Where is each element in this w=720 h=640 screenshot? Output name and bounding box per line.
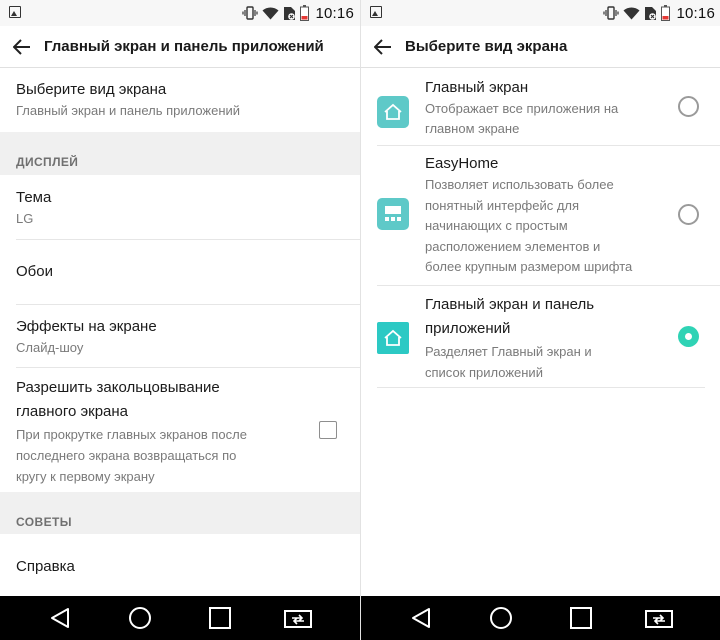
- divider: [377, 145, 720, 146]
- home-drawer-icon: [377, 322, 409, 354]
- option-desc: понятный интерфейс для: [425, 197, 580, 213]
- navigation-bar: [361, 596, 720, 640]
- option-text: Главный экран и панель приложений Раздел…: [425, 293, 594, 383]
- battery-icon: [661, 5, 671, 21]
- status-bar: 10:16: [0, 0, 360, 26]
- status-icons: 10:16: [242, 3, 354, 23]
- home-icon: [377, 96, 409, 128]
- option-radio[interactable]: [678, 204, 699, 225]
- back-arrow-icon[interactable]: [361, 26, 405, 68]
- option-desc: расположением элементов и: [425, 238, 601, 254]
- battery-icon: [300, 5, 310, 21]
- loop-desc-line2: последнего экрана возвращаться по: [16, 448, 237, 463]
- section-header-tips: СОВЕТЫ: [0, 492, 360, 534]
- option-title: EasyHome: [425, 155, 499, 172]
- effects-title: Эффекты на экране: [16, 318, 157, 335]
- theme-setting[interactable]: Тема LG: [0, 187, 360, 233]
- status-bar: 10:16: [361, 0, 720, 26]
- home-nav-button[interactable]: [471, 596, 531, 640]
- dual-window-icon: [284, 610, 312, 628]
- option-desc: список приложений: [425, 365, 543, 380]
- dual-window-nav-button[interactable]: [268, 596, 328, 640]
- option-easyhome[interactable]: EasyHome Позволяет использовать более по…: [361, 151, 720, 283]
- wallpaper-title: Обои: [16, 263, 53, 280]
- recents-square-icon: [209, 607, 231, 629]
- screen-type-title: Выберите вид экрана: [16, 81, 167, 98]
- vibrate-icon: [603, 6, 620, 20]
- option-radio-selected[interactable]: [678, 326, 699, 347]
- option-radio[interactable]: [678, 96, 699, 117]
- navigation-bar: [0, 596, 360, 640]
- clock: 10:16: [315, 4, 354, 22]
- home-loop-setting[interactable]: Разрешить закольцовывание главного экран…: [0, 376, 360, 488]
- recents-square-icon: [570, 607, 592, 629]
- gallery-notification-icon: [9, 6, 21, 18]
- app-bar: Главный экран и панель приложений: [0, 26, 360, 68]
- option-desc: Отображает все приложения на: [425, 101, 619, 116]
- option-desc: начинающих с простым: [425, 218, 568, 234]
- wallpaper-setting[interactable]: Обои: [0, 261, 360, 285]
- back-arrow-icon[interactable]: [0, 26, 44, 68]
- screen-type-value: Главный экран и панель приложений: [16, 103, 241, 118]
- effects-value: Слайд-шоу: [16, 340, 84, 355]
- screen-type-setting[interactable]: Выберите вид экрана Главный экран и пане…: [0, 79, 360, 131]
- divider: [16, 367, 360, 368]
- gallery-notification-icon: [370, 6, 382, 18]
- option-title: Главный экран: [425, 79, 529, 96]
- screen-effects-setting[interactable]: Эффекты на экране Слайд-шоу: [0, 316, 360, 362]
- loop-title-line2: главного экрана: [16, 403, 129, 420]
- back-nav-button[interactable]: [391, 596, 451, 640]
- vibrate-icon: [242, 6, 259, 20]
- home-circle-icon: [490, 607, 512, 629]
- divider: [377, 387, 705, 388]
- status-icons: 10:16: [603, 3, 715, 23]
- loop-checkbox[interactable]: [319, 421, 337, 439]
- page-title: Главный экран и панель приложений: [44, 38, 324, 55]
- app-bar: Выберите вид экрана: [361, 26, 720, 68]
- divider: [16, 239, 360, 240]
- option-title: Главный экран и панель: [425, 296, 595, 313]
- no-sim-icon: [284, 6, 296, 20]
- clock: 10:16: [676, 4, 715, 22]
- wifi-icon: [262, 6, 279, 19]
- wifi-icon: [623, 6, 640, 19]
- home-nav-button[interactable]: [110, 596, 170, 640]
- divider: [16, 304, 360, 305]
- back-triangle-icon: [51, 608, 69, 628]
- option-desc: главном экране: [425, 121, 520, 136]
- option-desc: Разделяет Главный экран и: [425, 344, 592, 359]
- section-display-label: ДИСПЛЕЙ: [16, 155, 79, 169]
- option-text: EasyHome Позволяет использовать более по…: [425, 153, 632, 278]
- dual-window-nav-button[interactable]: [629, 596, 689, 640]
- home-circle-icon: [129, 607, 151, 629]
- page-title: Выберите вид экрана: [405, 38, 568, 55]
- option-desc: Позволяет использовать более: [425, 177, 614, 192]
- option-home-and-apps[interactable]: Главный экран и панель приложений Раздел…: [361, 291, 720, 385]
- option-home-screen[interactable]: Главный экран Отображает все приложения …: [361, 75, 720, 147]
- help-title: Справка: [16, 558, 75, 575]
- no-sim-icon: [645, 6, 657, 20]
- choose-screen-type-pane: 10:16 Выберите вид экрана Главный экран …: [360, 0, 720, 640]
- divider: [377, 285, 720, 286]
- loop-desc-line3: кругу к первому экрану: [16, 469, 155, 484]
- recents-nav-button[interactable]: [551, 596, 611, 640]
- theme-title: Тема: [16, 189, 52, 206]
- loop-desc-line1: При прокрутке главных экранов после: [16, 427, 247, 442]
- theme-value: LG: [16, 211, 34, 226]
- dual-window-icon: [645, 610, 673, 628]
- section-header-display: ДИСПЛЕЙ: [0, 132, 360, 175]
- section-tips-label: СОВЕТЫ: [16, 515, 72, 529]
- back-nav-button[interactable]: [30, 596, 90, 640]
- option-desc: более крупным размером шрифта: [425, 259, 633, 275]
- option-title: приложений: [425, 320, 511, 337]
- help-setting[interactable]: Справка: [0, 556, 360, 580]
- option-text: Главный экран Отображает все приложения …: [425, 77, 618, 139]
- back-triangle-icon: [412, 608, 430, 628]
- settings-home-screen-pane: 10:16 Главный экран и панель приложений …: [0, 0, 360, 640]
- easyhome-icon: [377, 198, 409, 230]
- recents-nav-button[interactable]: [190, 596, 250, 640]
- loop-title-line1: Разрешить закольцовывание: [16, 379, 220, 396]
